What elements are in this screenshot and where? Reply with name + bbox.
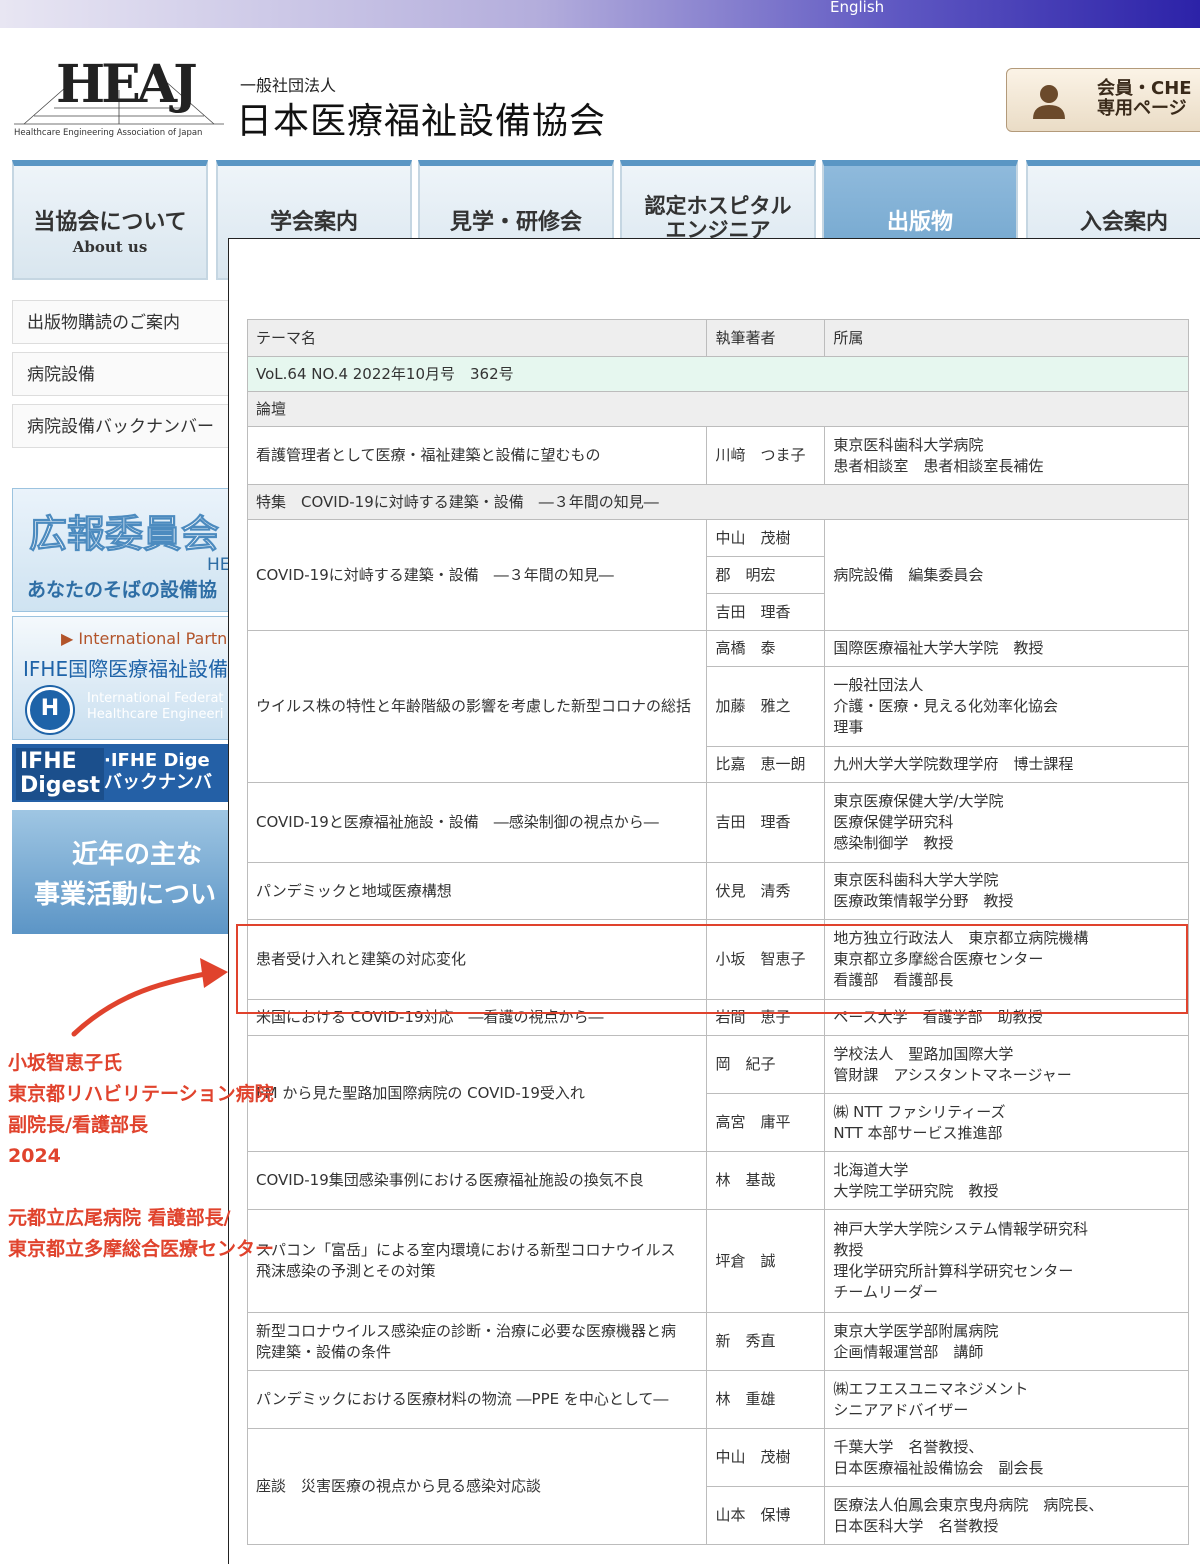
volume-row: VoL.64 NO.4 2022年10月号 362号 xyxy=(247,356,1189,392)
logo-subtitle: Healthcare Engineering Association of Ja… xyxy=(14,128,203,138)
section-row: 特集 COVID-19に対峙する建築・設備 ―３年間の知見― xyxy=(247,484,1189,520)
table-row: COVID-19と医療福祉施設・設備 ―感染制御の視点から― 吉田 理香 東京医療… xyxy=(246,782,1189,863)
table-row: パンデミックにおける医療材料の物流 ―PPE を中心として― 林 重雄 ㈱エフエス… xyxy=(246,1370,1189,1429)
org-name[interactable]: 日本医療福祉設備協会 xyxy=(236,92,606,144)
sidebar-item-hospital-facilities[interactable]: 病院設備 xyxy=(12,352,242,396)
table-row: 看護管理者として医療・福祉建築と設備に望むもの 川﨑 つま子 東京医科歯科大学病院… xyxy=(246,426,1189,485)
table-row: COVID-19に対峙する建築・設備 ―３年間の知見― 中山 茂樹 病院設備 編集… xyxy=(246,519,1189,631)
table-row: COVID-19集団感染事例における医療福祉施設の換気不良林 基哉 北海道大学大… xyxy=(246,1151,1189,1210)
publication-overlay: テーマ名 執筆著者 所属 VoL.64 NO.4 2022年10月号 362号 … xyxy=(228,238,1200,1564)
section-row: 論壇 xyxy=(247,391,1189,427)
table-row: ウイルス株の特性と年齢階級の影響を考慮した新型コロナの総括 高橋 泰国際医療福祉… xyxy=(246,630,1189,783)
sidebar-item-back-numbers[interactable]: 病院設備バックナンバー xyxy=(12,404,242,448)
ifhe-logo-icon: H xyxy=(27,687,73,733)
annotation-note: 小坂智恵子氏 東京都リハビリテーション病院 副院長/看護部長 2024 xyxy=(8,1052,274,1167)
heaj-logo[interactable]: HEAJ Healthcare Engineering Association … xyxy=(14,54,224,145)
user-icon xyxy=(1033,85,1065,119)
ifhe-partner-banner[interactable]: ▶ International Partner IFHE国際医療福祉設備 H I… xyxy=(12,616,242,740)
tab-about[interactable]: 当協会について About us xyxy=(12,160,208,280)
top-bar: English xyxy=(0,0,1200,28)
ifhe-digest-logo-icon: IFHE Digest xyxy=(16,748,105,800)
highlight-box xyxy=(236,924,1188,1014)
ifhe-digest-banner[interactable]: IFHE Digest ·IFHE Dige バックナンバ xyxy=(12,744,242,802)
table-header-row: テーマ名 執筆著者 所属 xyxy=(246,319,1189,357)
header-theme: テーマ名 xyxy=(246,319,708,357)
table-row: FM から見た聖路加国際病院の COVID-19受入れ岡 紀子 学校法人 聖路加… xyxy=(246,1035,1189,1152)
logo-mark: HEAJ xyxy=(56,54,198,115)
annotation-note-2: 元都立広尾病院 看護部長/ 東京都立多摩総合医療センター xyxy=(8,1207,275,1260)
member-page-button[interactable]: 会員・CHE 専用ページ xyxy=(1006,68,1200,132)
table-row: スパコン「富岳」による室内環境における新型コロナウイルス 飛沫感染の予測とその対策… xyxy=(246,1209,1189,1313)
sidebar-item-subscription[interactable]: 出版物購読のご案内 xyxy=(12,300,242,344)
header-affiliation: 所属 xyxy=(824,319,1189,357)
sidebar: 出版物購読のご案内 病院設備 病院設備バックナンバー xyxy=(12,300,242,456)
koho-banner[interactable]: 広報委員会 HEA あなたのそばの設備協 xyxy=(12,488,242,612)
english-link[interactable]: English xyxy=(830,0,884,16)
table-row: パンデミックと地域医療構想 伏見 清秀 東京医科歯科大学大学院 医療政策情報学分野 … xyxy=(246,862,1189,920)
member-page-label: 会員・CHE 専用ページ xyxy=(1097,78,1192,119)
activity-banner[interactable]: 近年の主な 事業活動につい xyxy=(12,810,242,934)
table-row: 新型コロナウイルス感染症の診断・治療に必要な医療機器と病 院建築・設備の条件 新 … xyxy=(246,1312,1189,1371)
table-row: 座談 災害医療の視点から見る感染対応談 中山 茂樹 千葉大学 名誉教授、 日本医療福… xyxy=(246,1428,1189,1545)
header-author: 執筆著者 xyxy=(706,319,826,357)
